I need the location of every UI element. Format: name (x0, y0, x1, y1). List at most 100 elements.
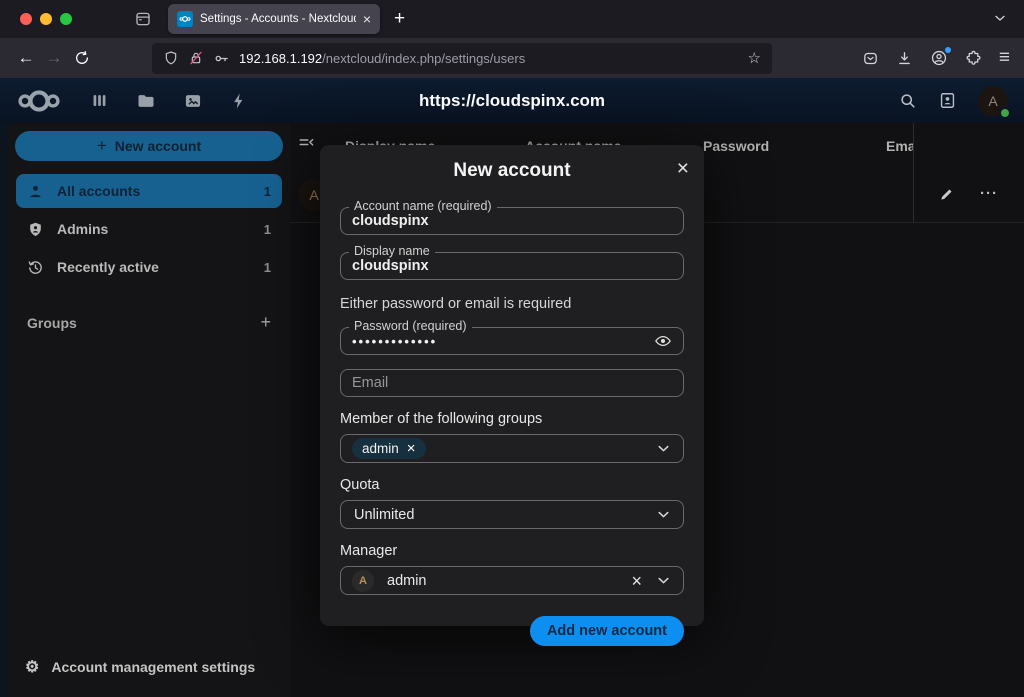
account-name-field[interactable]: Account name (required) cloudspinx (340, 207, 684, 235)
header-right-actions: A (898, 86, 1008, 116)
tab-close-button[interactable]: × (363, 12, 371, 26)
bookmark-star-icon[interactable]: ☆ (748, 49, 761, 67)
modal-title: New account (340, 160, 684, 182)
item-count-badge: 1 (264, 222, 271, 237)
new-account-button[interactable]: + New account (15, 131, 283, 161)
firefox-view-icon[interactable] (134, 10, 152, 28)
url-bar[interactable]: 192.168.1.192/nextcloud/index.php/settin… (152, 43, 772, 74)
chevron-down-icon[interactable] (655, 440, 672, 457)
contacts-icon[interactable] (938, 91, 957, 110)
manager-select[interactable]: A admin × (340, 566, 684, 595)
person-icon (27, 183, 44, 200)
quota-value: Unlimited (352, 507, 414, 523)
edit-pencil-icon[interactable] (939, 186, 955, 202)
quota-select[interactable]: Unlimited (340, 500, 684, 529)
new-account-button-label: New account (115, 138, 201, 154)
add-new-account-button[interactable]: Add new account (530, 616, 684, 646)
chevron-down-icon[interactable] (655, 506, 672, 523)
more-actions-icon[interactable]: ··· (980, 185, 998, 202)
back-button[interactable]: ← (12, 44, 40, 72)
modal-close-icon[interactable]: × (677, 158, 689, 179)
manager-avatar: A (352, 570, 374, 592)
window-controls (0, 13, 72, 25)
groups-label: Groups (27, 315, 77, 331)
user-avatar[interactable]: A (978, 86, 1008, 116)
window-close-button[interactable] (20, 13, 32, 25)
plus-icon: + (97, 136, 107, 156)
window-minimize-button[interactable] (40, 13, 52, 25)
email-field[interactable] (340, 369, 684, 397)
groups-select[interactable]: admin × (340, 434, 684, 463)
browser-tab-strip: Settings - Accounts - Nextcloud × + (0, 0, 1024, 38)
search-icon[interactable] (898, 91, 917, 110)
item-count-badge: 1 (264, 260, 271, 275)
browser-tab[interactable]: Settings - Accounts - Nextcloud × (168, 4, 380, 34)
new-account-modal: New account × Account name (required) cl… (320, 145, 704, 626)
gear-icon: ⚙ (25, 657, 39, 677)
sidebar-item-label: Recently active (57, 259, 159, 275)
password-label: Password (required) (349, 319, 472, 333)
display-name-value: cloudspinx (352, 258, 429, 274)
dashboard-icon[interactable] (90, 91, 109, 110)
window-zoom-button[interactable] (60, 13, 72, 25)
display-name-field[interactable]: Display name cloudspinx (340, 252, 684, 280)
account-name-label: Account name (required) (349, 199, 497, 213)
tab-title: Settings - Accounts - Nextcloud (200, 13, 356, 25)
account-management-settings-button[interactable]: ⚙ Account management settings (8, 647, 290, 687)
menu-hamburger-icon[interactable]: ≡ (999, 47, 1010, 69)
app-menu (90, 91, 248, 111)
key-icon[interactable] (213, 50, 230, 67)
column-header-email[interactable]: Email (886, 138, 913, 154)
group-chip-label: admin (362, 441, 399, 456)
admin-shield-icon (27, 221, 44, 238)
groups-field-label: Member of the following groups (340, 411, 684, 427)
accounts-sidebar: + New account All accounts 1 Admins 1 (8, 123, 290, 697)
group-chip-admin[interactable]: admin × (352, 438, 426, 459)
manager-value: admin (385, 573, 427, 589)
account-notification-badge (945, 47, 951, 53)
toolbar-action-icons: ≡ (862, 47, 1012, 69)
pocket-icon[interactable] (862, 50, 879, 67)
sort-toggle-icon[interactable] (298, 134, 316, 152)
sidebar-nav-list: All accounts 1 Admins 1 Recently active … (8, 174, 290, 288)
new-tab-button[interactable]: + (394, 8, 405, 30)
firefox-account-icon[interactable] (930, 49, 948, 67)
extensions-puzzle-icon[interactable] (965, 50, 982, 67)
shield-icon[interactable] (163, 50, 179, 66)
row-actions: ··· (939, 185, 998, 202)
settings-label: Account management settings (51, 659, 255, 675)
sidebar-item-recently-active[interactable]: Recently active 1 (16, 250, 282, 284)
activity-lightning-icon[interactable] (230, 92, 248, 110)
account-name-value: cloudspinx (352, 213, 429, 229)
sidebar-item-label: Admins (57, 221, 108, 237)
online-status-dot (999, 107, 1011, 119)
forward-button[interactable]: → (40, 44, 68, 72)
password-email-note: Either password or email is required (340, 296, 684, 312)
sidebar-item-all-accounts[interactable]: All accounts 1 (16, 174, 282, 208)
nextcloud-logo[interactable] (16, 87, 62, 115)
browser-toolbar: ← → 192.168.1.192/nextcloud/index.php/se… (0, 38, 1024, 78)
url-host: 192.168.1.192 (239, 51, 322, 66)
reload-button[interactable] (68, 44, 96, 72)
add-group-button[interactable]: + (260, 312, 271, 333)
modal-footer: Add new account (340, 616, 684, 646)
tab-list-chevron-icon[interactable] (992, 10, 1008, 26)
files-folder-icon[interactable] (136, 91, 156, 111)
show-password-eye-icon[interactable] (654, 332, 672, 350)
url-text[interactable]: 192.168.1.192/nextcloud/index.php/settin… (239, 51, 525, 66)
photos-icon[interactable] (183, 91, 203, 111)
chevron-down-icon[interactable] (655, 572, 672, 589)
password-field[interactable]: Password (required) ••••••••••••• (340, 327, 684, 355)
remove-group-icon[interactable]: × (407, 441, 416, 456)
clear-manager-icon[interactable]: × (631, 572, 642, 590)
display-name-label: Display name (349, 244, 435, 258)
email-input[interactable] (352, 375, 672, 391)
manager-field-label: Manager (340, 543, 684, 559)
column-header-password[interactable]: Password (703, 138, 769, 154)
item-count-badge: 1 (264, 184, 271, 199)
nextcloud-favicon (177, 11, 193, 27)
insecure-lock-icon[interactable] (188, 50, 204, 66)
download-icon[interactable] (896, 50, 913, 67)
sidebar-item-admins[interactable]: Admins 1 (16, 212, 282, 246)
groups-section-header: Groups + (27, 312, 271, 333)
